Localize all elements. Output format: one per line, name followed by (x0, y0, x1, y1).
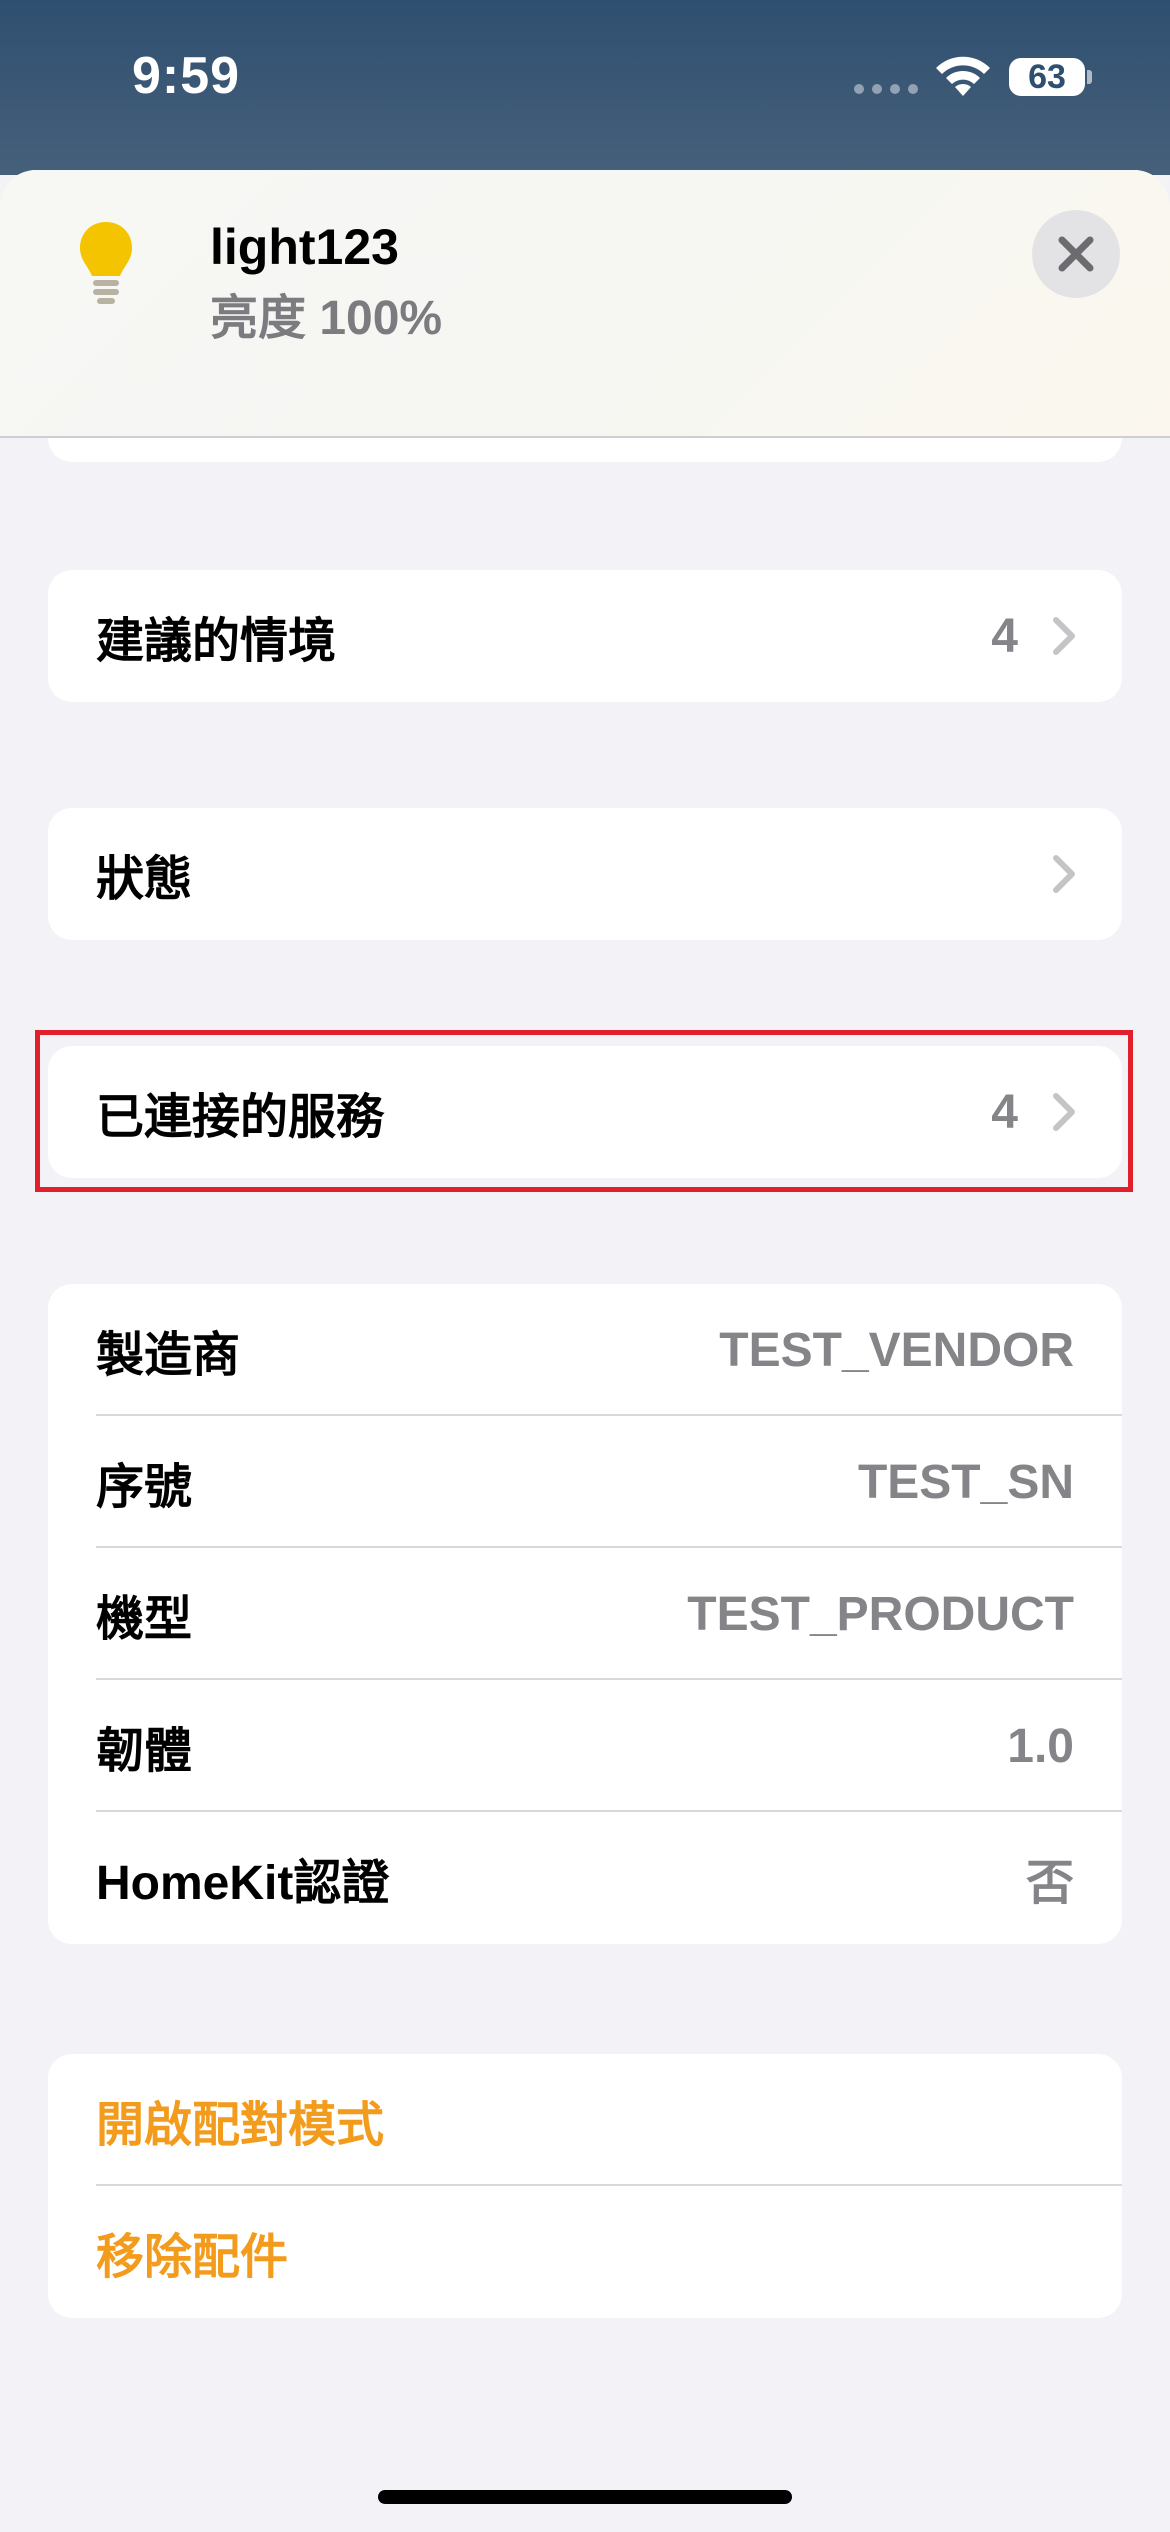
highlight-box (35, 1030, 1133, 1192)
homekit-value: 否 (1025, 1857, 1074, 1910)
accessory-info-card: 製造商 TEST_VENDOR 序號 TEST_SN 機型 TEST_PRODU… (48, 1284, 1122, 1944)
firmware-label: 韌體 (96, 1725, 193, 1778)
status-label: 狀態 (96, 853, 193, 906)
suggested-scenes-card[interactable]: 建議的情境 4 (48, 570, 1122, 702)
remove-accessory-label: 移除配件 (96, 2231, 289, 2284)
accessory-settings-sheet: light123 亮度 100% 建議的情境 4 狀態 已連接的服務 4 製造商… (0, 170, 1170, 2532)
suggested-scenes-row[interactable]: 建議的情境 4 (48, 570, 1122, 702)
info-row-firmware: 韌體 1.0 (48, 1680, 1122, 1812)
accessory-brightness: 亮度 100% (210, 292, 443, 345)
model-value: TEST_PRODUCT (687, 1587, 1074, 1641)
info-row-homekit: HomeKit認證 否 (48, 1812, 1122, 1944)
status-card[interactable]: 狀態 (48, 808, 1122, 940)
model-label: 機型 (96, 1593, 193, 1646)
serial-label: 序號 (96, 1461, 193, 1514)
firmware-value: 1.0 (1007, 1719, 1074, 1773)
battery-tip (1087, 70, 1092, 84)
manufacturer-value: TEST_VENDOR (719, 1323, 1074, 1377)
manufacturer-label: 製造商 (96, 1329, 241, 1382)
suggested-scenes-count: 4 (991, 609, 1018, 663)
info-row-model: 機型 TEST_PRODUCT (48, 1548, 1122, 1680)
status-bar: 9:59 63 (0, 0, 1170, 175)
close-button[interactable] (1032, 210, 1120, 298)
wifi-icon (936, 56, 990, 96)
remove-accessory-button[interactable]: 移除配件 (48, 2186, 1122, 2318)
open-pairing-mode-button[interactable]: 開啟配對模式 (48, 2054, 1122, 2186)
cellular-signal-icon (854, 84, 918, 94)
serial-value: TEST_SN (857, 1455, 1074, 1509)
accessory-header: light123 亮度 100% (0, 170, 1170, 438)
info-row-manufacturer: 製造商 TEST_VENDOR (48, 1284, 1122, 1416)
homekit-label: HomeKit認證 (96, 1857, 390, 1910)
status-time: 9:59 (132, 47, 241, 105)
actions-card: 開啟配對模式 移除配件 (48, 2054, 1122, 2318)
info-row-serial: 序號 TEST_SN (48, 1416, 1122, 1548)
suggested-scenes-label: 建議的情境 (96, 615, 337, 668)
lightbulb-icon (80, 222, 132, 304)
battery-icon: 63 (1009, 58, 1085, 96)
accessory-name: light123 (210, 219, 399, 275)
status-row[interactable]: 狀態 (48, 808, 1122, 940)
home-indicator[interactable] (378, 2490, 792, 2504)
chevron-right-icon (1053, 855, 1075, 893)
chevron-right-icon (1053, 617, 1075, 655)
open-pairing-mode-label: 開啟配對模式 (96, 2099, 385, 2152)
close-icon (1058, 236, 1094, 272)
